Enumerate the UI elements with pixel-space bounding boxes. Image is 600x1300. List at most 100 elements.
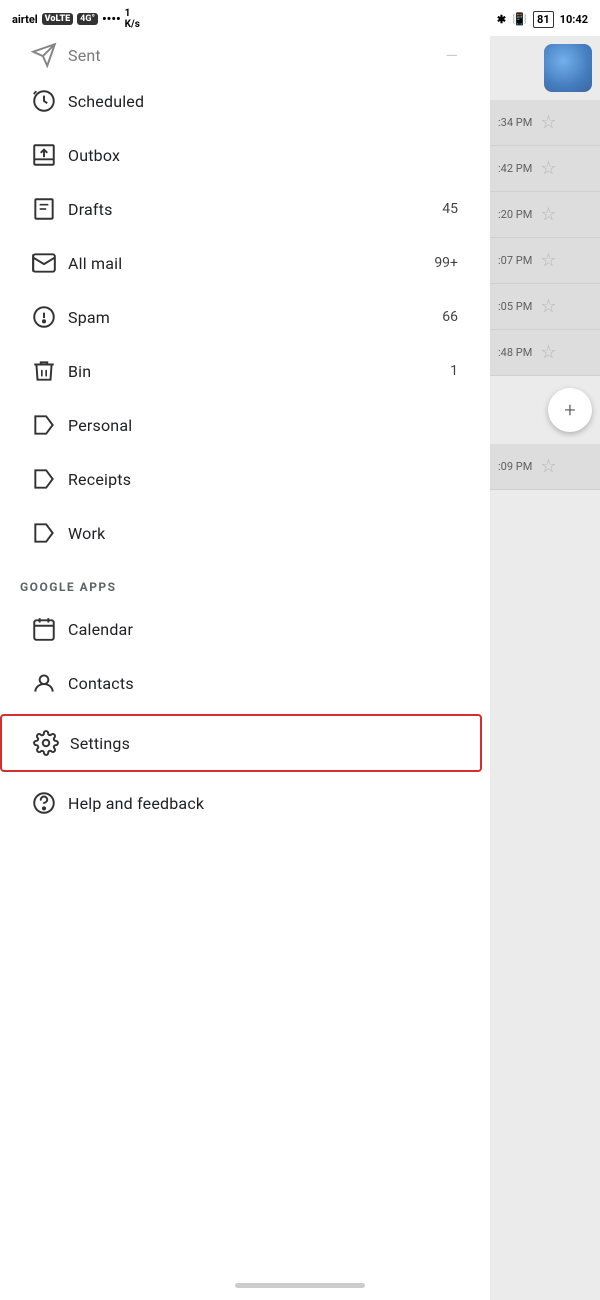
outbox-icon bbox=[20, 142, 68, 168]
menu-item-sent[interactable]: Sent — bbox=[0, 36, 478, 74]
email-row-1: :34 PM ☆ bbox=[490, 100, 600, 146]
menu-item-contacts[interactable]: Contacts bbox=[0, 656, 478, 710]
menu-item-outbox[interactable]: Outbox bbox=[0, 128, 478, 182]
carrier-label: airtel bbox=[12, 13, 38, 26]
spam-icon bbox=[20, 304, 68, 330]
personal-label: Personal bbox=[68, 416, 458, 435]
bin-svg bbox=[31, 358, 57, 384]
menu-item-work[interactable]: Work bbox=[0, 506, 478, 560]
drafts-svg bbox=[31, 196, 57, 222]
work-svg bbox=[31, 520, 57, 546]
email-row-3: :20 PM ☆ bbox=[490, 192, 600, 238]
menu-item-calendar[interactable]: Calendar bbox=[0, 602, 478, 656]
email-time-3: :20 PM bbox=[498, 208, 532, 221]
status-bar: airtel VoLTE 4G° •••• 1K/s ✱ 📳 81 10:42 bbox=[0, 0, 600, 36]
receipts-svg bbox=[31, 466, 57, 492]
drafts-label: Drafts bbox=[68, 200, 434, 219]
calendar-icon bbox=[20, 616, 68, 642]
menu-item-settings[interactable]: Settings bbox=[2, 716, 480, 770]
sent-dash: — bbox=[446, 46, 459, 65]
email-time-2: :42 PM bbox=[498, 162, 532, 175]
contacts-label: Contacts bbox=[68, 674, 458, 693]
avatar bbox=[544, 44, 592, 92]
all-mail-badge: 99+ bbox=[434, 255, 458, 271]
star-icon-5: ☆ bbox=[540, 296, 556, 317]
calendar-label: Calendar bbox=[68, 620, 458, 639]
settings-icon bbox=[22, 730, 70, 756]
drafts-badge: 45 bbox=[442, 201, 458, 217]
contacts-icon bbox=[20, 670, 68, 696]
sent-icon bbox=[20, 42, 68, 68]
sent-label: Sent bbox=[68, 46, 446, 65]
work-label-icon bbox=[20, 520, 68, 546]
bin-icon bbox=[20, 358, 68, 384]
settings-svg bbox=[33, 730, 59, 756]
menu-item-all-mail[interactable]: All mail 99+ bbox=[0, 236, 478, 290]
outbox-label: Outbox bbox=[68, 146, 458, 165]
settings-label: Settings bbox=[70, 734, 460, 753]
menu-item-scheduled[interactable]: Scheduled bbox=[0, 74, 478, 128]
help-svg bbox=[31, 790, 57, 816]
email-time-5: :05 PM bbox=[498, 300, 532, 313]
receipts-label: Receipts bbox=[68, 470, 458, 489]
email-time-7: :09 PM bbox=[498, 460, 532, 473]
spam-svg bbox=[31, 304, 57, 330]
email-row-6: :48 PM ☆ bbox=[490, 330, 600, 376]
all-mail-label: All mail bbox=[68, 254, 426, 273]
email-time-6: :48 PM bbox=[498, 346, 532, 359]
bin-badge: 1 bbox=[450, 363, 458, 379]
right-panel: :34 PM ☆ :42 PM ☆ :20 PM ☆ :07 PM ☆ :05 … bbox=[490, 36, 600, 1300]
star-icon-3: ☆ bbox=[540, 204, 556, 225]
menu-item-bin[interactable]: Bin 1 bbox=[0, 344, 478, 398]
time-label: 10:42 bbox=[560, 13, 588, 26]
compose-fab[interactable]: + bbox=[548, 388, 592, 432]
all-mail-icon bbox=[20, 250, 68, 276]
main-container: Sent — Scheduled bbox=[0, 36, 600, 1300]
star-icon-4: ☆ bbox=[540, 250, 556, 271]
spam-label: Spam bbox=[68, 308, 434, 327]
bin-label: Bin bbox=[68, 362, 442, 381]
email-row-7: :09 PM ☆ bbox=[490, 444, 600, 490]
sent-svg bbox=[31, 42, 57, 68]
email-time-4: :07 PM bbox=[498, 254, 532, 267]
avatar-container bbox=[490, 36, 600, 100]
google-apps-section-header: GOOGLE APPS bbox=[0, 560, 490, 602]
settings-highlighted-box: Settings bbox=[0, 714, 482, 772]
data-speed: 1K/s bbox=[125, 8, 140, 30]
drafts-icon bbox=[20, 196, 68, 222]
home-indicator bbox=[235, 1283, 365, 1288]
personal-svg bbox=[31, 412, 57, 438]
help-icon bbox=[20, 790, 68, 816]
menu-item-personal[interactable]: Personal bbox=[0, 398, 478, 452]
battery-indicator: 81 bbox=[533, 11, 554, 28]
navigation-drawer[interactable]: Sent — Scheduled bbox=[0, 36, 490, 1300]
compose-fab-area: + bbox=[490, 376, 600, 444]
email-row-5: :05 PM ☆ bbox=[490, 284, 600, 330]
calendar-svg bbox=[31, 616, 57, 642]
email-row-4: :07 PM ☆ bbox=[490, 238, 600, 284]
outbox-svg bbox=[31, 142, 57, 168]
email-row-2: :42 PM ☆ bbox=[490, 146, 600, 192]
all-mail-svg bbox=[31, 250, 57, 276]
vibrate-icon: 📳 bbox=[512, 12, 527, 26]
contacts-svg bbox=[31, 670, 57, 696]
menu-item-help[interactable]: Help and feedback bbox=[0, 776, 478, 830]
status-right: ✱ 📳 81 10:42 bbox=[497, 11, 588, 28]
menu-item-receipts[interactable]: Receipts bbox=[0, 452, 478, 506]
bluetooth-icon: ✱ bbox=[497, 13, 506, 26]
compose-plus-icon: + bbox=[564, 398, 575, 422]
menu-item-spam[interactable]: Spam 66 bbox=[0, 290, 478, 344]
star-icon-7: ☆ bbox=[540, 456, 556, 477]
star-icon-2: ☆ bbox=[540, 158, 556, 179]
scheduled-icon bbox=[20, 88, 68, 114]
help-label: Help and feedback bbox=[68, 794, 458, 813]
spam-badge: 66 bbox=[442, 309, 458, 325]
scheduled-label: Scheduled bbox=[68, 92, 458, 111]
star-icon-1: ☆ bbox=[540, 112, 556, 133]
signal-icon: •••• bbox=[102, 12, 121, 27]
receipts-label-icon bbox=[20, 466, 68, 492]
star-icon-6: ☆ bbox=[540, 342, 556, 363]
menu-item-drafts[interactable]: Drafts 45 bbox=[0, 182, 478, 236]
avatar-image bbox=[544, 44, 592, 92]
scheduled-svg bbox=[31, 88, 57, 114]
